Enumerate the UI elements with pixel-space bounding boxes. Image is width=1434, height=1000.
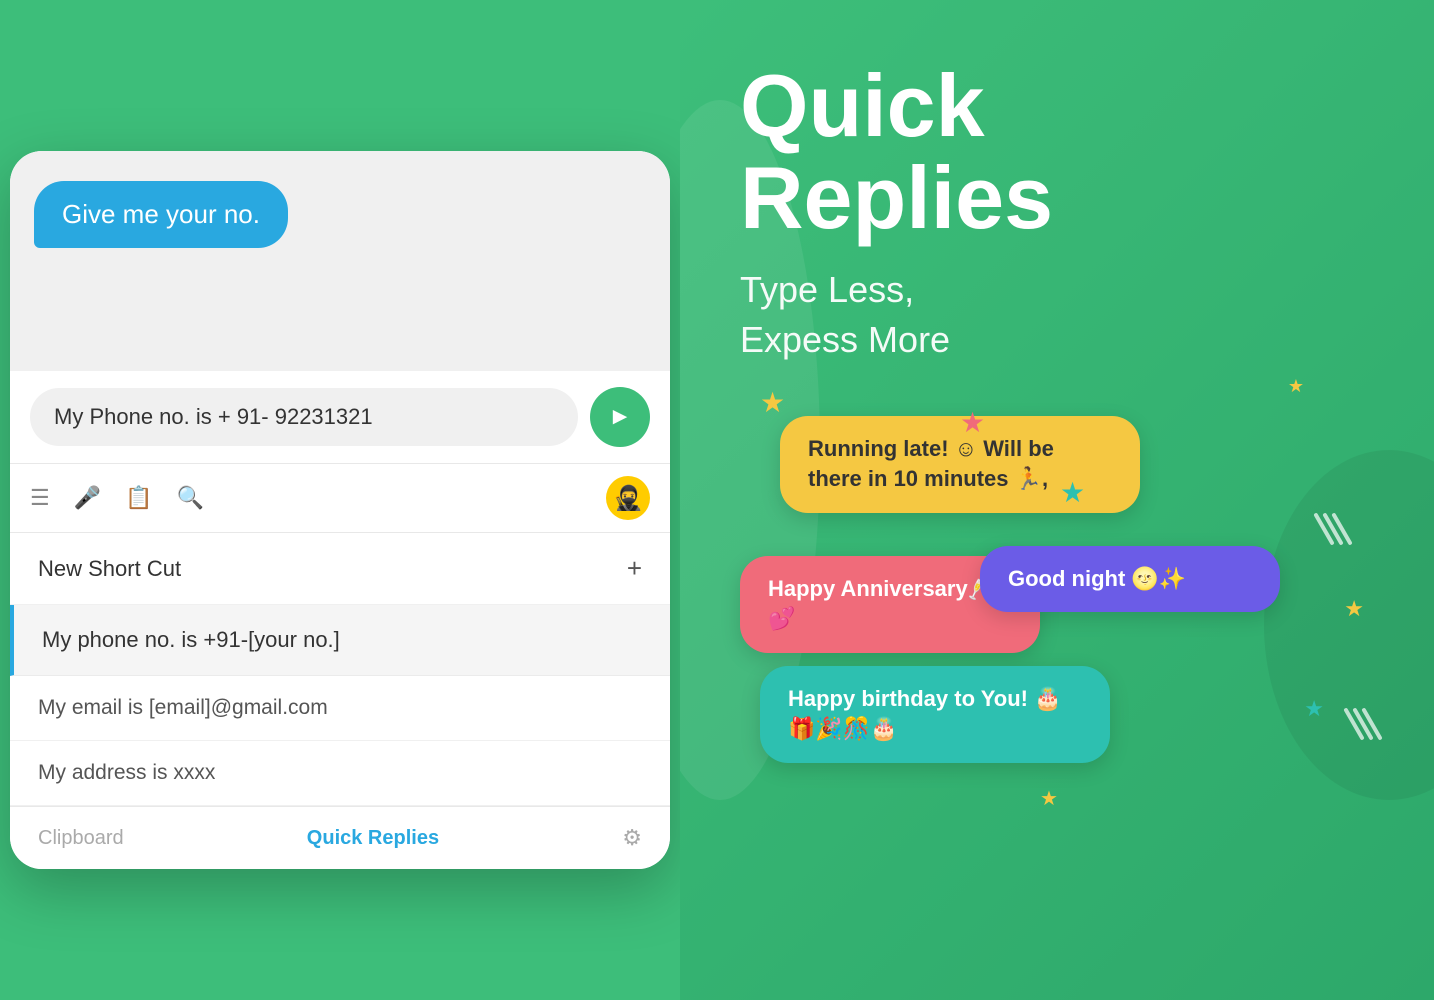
star-4: ★ xyxy=(1344,596,1364,622)
shortcut-row-0[interactable]: My phone no. is +91-[your no.] xyxy=(10,605,670,676)
phone-mockup: Give me your no. ► ☰ 🎤 📋 🔍 🥷 xyxy=(10,151,670,869)
star-1: ★ xyxy=(760,386,785,419)
menu-icon[interactable]: ☰ xyxy=(30,485,50,511)
star-2: ★ xyxy=(960,406,985,439)
chat-message-bubble: Give me your no. xyxy=(34,181,288,248)
app-container: Give me your no. ► ☰ 🎤 📋 🔍 🥷 xyxy=(0,0,1434,1000)
shortcuts-header: New Short Cut + xyxy=(10,533,670,605)
star-6: ★ xyxy=(1040,786,1058,811)
bottom-bar: Clipboard Quick Replies ⚙ xyxy=(10,806,670,869)
star-7: ★ xyxy=(1288,376,1304,397)
shortcut-row-2[interactable]: My address is xxxx xyxy=(10,741,670,806)
shortcuts-panel: New Short Cut + My phone no. is +91-[you… xyxy=(10,533,670,806)
clipboard-tab[interactable]: Clipboard xyxy=(38,827,124,850)
text-input[interactable] xyxy=(30,388,578,446)
add-shortcut-button[interactable]: + xyxy=(627,553,642,584)
feature-subtitle: Type Less, Expess More xyxy=(740,265,950,366)
shortcut-row-1[interactable]: My email is [email]@gmail.com xyxy=(10,676,670,741)
slash-deco-2 xyxy=(1352,706,1374,742)
left-panel: Give me your no. ► ☰ 🎤 📋 🔍 🥷 xyxy=(0,0,680,1000)
avatar: 🥷 xyxy=(606,476,650,520)
toolbar-row: ☰ 🎤 📋 🔍 🥷 xyxy=(10,464,670,533)
reply-bubble-goodnight: Good night 🌝✨ xyxy=(980,546,1280,613)
right-panel: Quick Replies Type Less, Expess More ★ ★… xyxy=(680,0,1434,1000)
search-icon[interactable]: 🔍 xyxy=(177,485,204,511)
input-row: ► xyxy=(10,371,670,464)
reply-bubble-birthday: Happy birthday to You! 🎂🎁🎉🎊🎂 xyxy=(760,666,1110,764)
mic-icon[interactable]: 🎤 xyxy=(74,485,101,511)
bubbles-area: ★ ★ ★ ★ ★ ★ ★ Running late! ☺ Will be th… xyxy=(740,416,1384,960)
star-5: ★ xyxy=(1304,696,1324,722)
clipboard-icon[interactable]: 📋 xyxy=(125,485,152,511)
slash-deco-1 xyxy=(1322,511,1344,547)
shortcuts-title: New Short Cut xyxy=(38,556,181,582)
send-button[interactable]: ► xyxy=(590,387,650,447)
settings-icon[interactable]: ⚙ xyxy=(622,825,642,851)
chat-area: Give me your no. xyxy=(10,151,670,371)
star-3: ★ xyxy=(1060,476,1085,509)
avatar-emoji: 🥷 xyxy=(613,484,643,513)
send-icon: ► xyxy=(608,403,632,431)
quick-replies-tab[interactable]: Quick Replies xyxy=(307,827,439,850)
feature-title: Quick Replies xyxy=(740,60,1053,245)
